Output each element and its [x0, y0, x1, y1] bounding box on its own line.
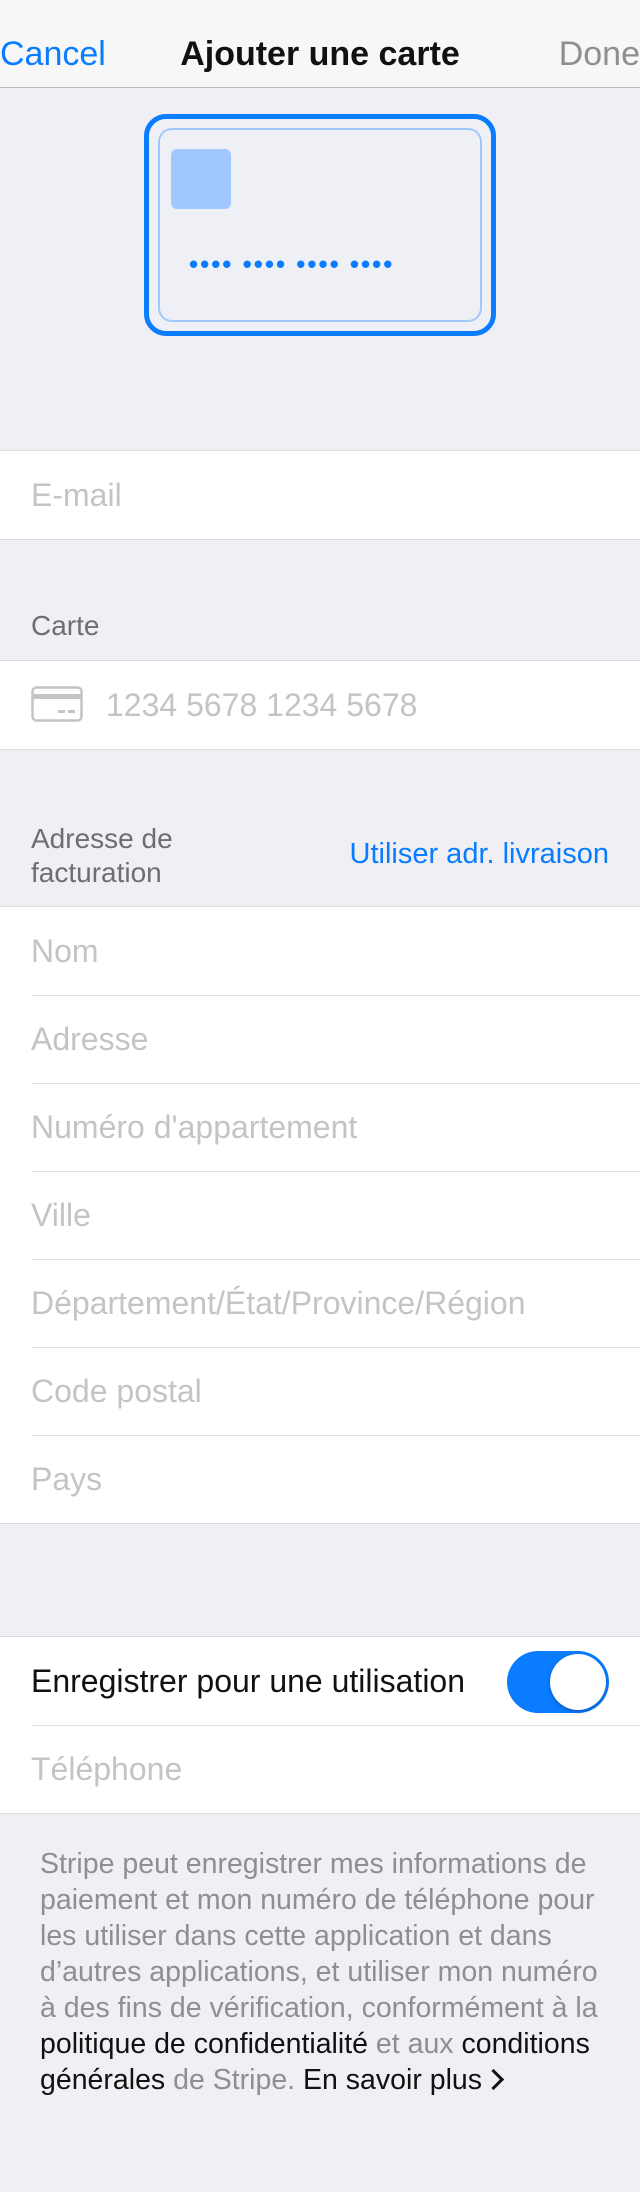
- billing-group: [0, 906, 640, 1524]
- billing-row-city: [0, 1171, 640, 1259]
- card-illustration: •••• •••• •••• ••••: [144, 114, 496, 336]
- card-group: [0, 660, 640, 750]
- name-field[interactable]: [31, 907, 611, 995]
- phone-field[interactable]: [31, 1725, 611, 1813]
- nav-bar: Ajouter une carte Cancel Done: [0, 0, 640, 88]
- card-number-field[interactable]: [106, 661, 611, 749]
- legal-footer: Stripe peut enregistrer mes informations…: [40, 1846, 605, 2098]
- legal-text-part1: Stripe peut enregistrer mes informations…: [40, 1848, 598, 2024]
- done-button[interactable]: Done: [559, 0, 640, 88]
- card-row: [0, 661, 640, 749]
- save-toggle-label: Enregistrer pour une utilisation: [31, 1663, 466, 1699]
- card-number-mask: •••• •••• •••• ••••: [189, 249, 395, 279]
- learn-more-label: En savoir plus: [303, 2064, 483, 2096]
- use-shipping-address-button[interactable]: Utiliser adr. livraison: [350, 838, 609, 871]
- billing-row-apartment: [0, 1083, 640, 1171]
- billing-section-label: Adresse de facturation: [31, 823, 173, 888]
- chevron-right-icon: [482, 2068, 505, 2091]
- card-section-label: Carte: [31, 610, 100, 641]
- legal-text-part2: et aux: [368, 2028, 462, 2060]
- credit-card-icon: [31, 686, 83, 722]
- card-chip: [171, 149, 231, 209]
- privacy-policy-link[interactable]: politique de confidentialité: [40, 2028, 368, 2060]
- city-field[interactable]: [31, 1171, 611, 1259]
- save-row: Enregistrer pour une utilisation: [0, 1637, 640, 1725]
- learn-more-link[interactable]: En savoir plus: [303, 2064, 505, 2096]
- save-toggle[interactable]: [507, 1651, 609, 1713]
- billing-row-address: [0, 995, 640, 1083]
- billing-row-state: [0, 1259, 640, 1347]
- state-field[interactable]: [31, 1259, 611, 1347]
- cancel-button[interactable]: Cancel: [0, 0, 106, 88]
- apartment-field[interactable]: [31, 1083, 611, 1171]
- billing-row-name: [0, 907, 640, 995]
- billing-row-postal: [0, 1347, 640, 1435]
- email-row: [0, 451, 640, 539]
- email-field[interactable]: [31, 451, 611, 539]
- save-group: Enregistrer pour une utilisation: [0, 1636, 640, 1814]
- country-field[interactable]: [31, 1435, 611, 1523]
- postal-code-field[interactable]: [31, 1347, 611, 1435]
- legal-text-part3: de Stripe.: [165, 2064, 304, 2096]
- address-field[interactable]: [31, 995, 611, 1083]
- toggle-knob: [550, 1654, 606, 1710]
- phone-row: [0, 1725, 640, 1813]
- email-group: [0, 450, 640, 540]
- billing-row-country: [0, 1435, 640, 1523]
